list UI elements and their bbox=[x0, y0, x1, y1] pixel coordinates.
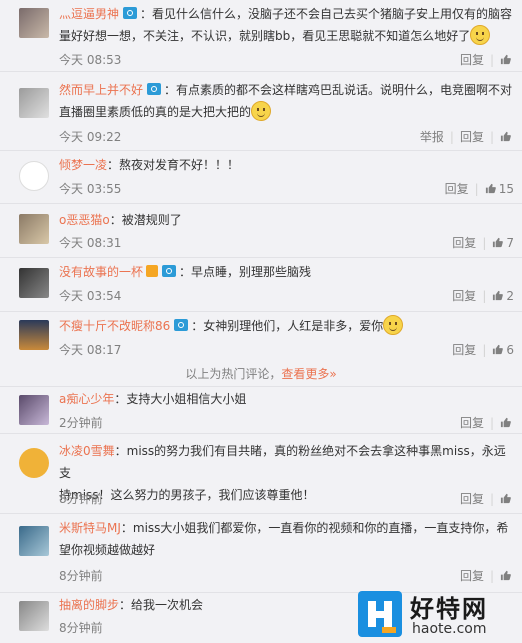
username-link[interactable]: 然而早上并不好 bbox=[59, 83, 143, 97]
username-link[interactable]: 倾梦一凌 bbox=[59, 158, 107, 172]
username-link[interactable]: 灬逗逼男神 bbox=[59, 7, 119, 21]
thumb-up-icon bbox=[493, 237, 504, 248]
reply-button[interactable]: 回复 bbox=[452, 341, 476, 358]
kiss-emoji-icon bbox=[383, 315, 404, 335]
thumb-up-icon bbox=[500, 54, 511, 65]
smile-emoji-icon bbox=[251, 101, 272, 121]
like-button[interactable] bbox=[500, 569, 514, 583]
thumb-up-icon bbox=[493, 344, 504, 355]
comment-text: ：看见什么信什么，没脑子还不会自己去买个猪脑子安上用仅有的脑容 bbox=[140, 7, 513, 21]
vip-icon bbox=[146, 265, 159, 277]
comment-text-cont: 望你视频越做越好 bbox=[59, 543, 156, 557]
reply-button[interactable]: 回复 bbox=[460, 490, 484, 507]
comment-time: 今天 08:31 bbox=[59, 236, 122, 250]
comment-time: 8分钟前 bbox=[59, 569, 103, 583]
comment-item: o恶恶猫o：被潜规则了 今天 08:31 回复 | 7 bbox=[0, 204, 522, 258]
like-button[interactable]: 15 bbox=[485, 182, 514, 196]
username-link[interactable]: a痴心少年 bbox=[59, 392, 114, 406]
avatar[interactable] bbox=[19, 214, 49, 244]
reply-button[interactable]: 回复 bbox=[445, 180, 469, 197]
verified-icon bbox=[174, 319, 189, 331]
comment-text: ：早点睡，别理那些脑残 bbox=[179, 265, 312, 279]
thumb-up-icon bbox=[500, 570, 511, 581]
thumb-up-icon bbox=[500, 131, 511, 142]
comment-item: 倾梦一凌：熬夜对发育不好！！！ 今天 03:55 回复 | 15 bbox=[0, 151, 522, 204]
avatar[interactable] bbox=[19, 88, 49, 118]
hot-comments-note: 以上为热门评论， bbox=[185, 367, 282, 381]
avatar[interactable] bbox=[19, 395, 49, 425]
comment-text-cont: 直播圈里素质低的真的是大把大把的 bbox=[59, 105, 252, 119]
comment-text: ：miss的努力我们有目共睹，真的粉丝绝对不会去拿这种事黑miss，永远支 bbox=[59, 444, 506, 480]
comment-time: 今天 08:17 bbox=[59, 343, 122, 357]
hot-comments-footer: 以上为热门评论，查看更多» bbox=[0, 361, 522, 387]
thumb-up-icon bbox=[500, 417, 511, 428]
reply-button[interactable]: 回复 bbox=[460, 414, 484, 431]
username-link[interactable]: 抽离的脚步 bbox=[59, 598, 119, 612]
like-count: 7 bbox=[506, 236, 514, 250]
report-button[interactable]: 举报 bbox=[420, 128, 444, 145]
comment-time: 8分钟前 bbox=[59, 492, 103, 506]
username-link[interactable]: 米斯特马MJ bbox=[59, 521, 121, 535]
comment-item: 米斯特马MJ：miss大小姐我们都爱你，一直看你的视频和你的直播，一直支持你，希… bbox=[0, 514, 522, 593]
avatar[interactable] bbox=[19, 8, 49, 38]
verified-icon bbox=[123, 7, 138, 19]
site-watermark: 好特网 haote.com bbox=[356, 587, 516, 641]
thumb-up-icon bbox=[485, 183, 496, 194]
comment-text-cont: 量好好想一想，不关注，不认识，就别瞎bb，看见王思聪就不知道怎么地好了 bbox=[59, 29, 471, 43]
like-button[interactable] bbox=[500, 416, 514, 430]
avatar[interactable] bbox=[19, 268, 49, 298]
comment-item: 不瘦十斤不改昵称86 ：女神别理他们，人红是非多，爱你 今天 08:17 回复 | 6 bbox=[0, 312, 522, 366]
like-count: 2 bbox=[506, 289, 514, 303]
reply-button[interactable]: 回复 bbox=[452, 287, 476, 304]
comment-text: ：女神别理他们，人红是非多，爱你 bbox=[191, 319, 384, 333]
verified-icon bbox=[162, 265, 177, 277]
reply-button[interactable]: 回复 bbox=[452, 234, 476, 251]
reply-button[interactable]: 回复 bbox=[460, 128, 484, 145]
comment-text: ：给我一次机会 bbox=[119, 598, 204, 612]
watermark-domain: haote.com bbox=[412, 621, 487, 637]
view-more-link[interactable]: 查看更多» bbox=[281, 367, 336, 381]
avatar[interactable] bbox=[19, 601, 49, 631]
username-link[interactable]: 没有故事的一杯 bbox=[59, 265, 143, 279]
comment-item: 然而早上并不好 ：有点素质的都不会这样瞎鸡巴乱说话。说明什么，电竞圈啊不对 直播圈… bbox=[0, 72, 522, 151]
avatar[interactable] bbox=[19, 448, 49, 478]
comment-item: 冰凌0雪舞：miss的努力我们有目共睹，真的粉丝绝对不会去拿这种事黑miss，永… bbox=[0, 434, 522, 514]
username-link[interactable]: 冰凌0雪舞 bbox=[59, 444, 115, 458]
verified-icon bbox=[147, 83, 162, 95]
comment-text: ：miss大小姐我们都爱你，一直看你的视频和你的直播，一直支持你，希 bbox=[120, 521, 509, 535]
username-link[interactable]: 不瘦十斤不改昵称86 bbox=[59, 319, 170, 333]
like-button[interactable]: 7 bbox=[492, 236, 514, 250]
reply-button[interactable]: 回复 bbox=[460, 51, 484, 68]
comment-text: ：支持大小姐相信大小姐 bbox=[114, 392, 247, 406]
comment-item: a痴心少年：支持大小姐相信大小姐 2分钟前 回复 | bbox=[0, 388, 522, 434]
like-count: 6 bbox=[506, 343, 514, 357]
comment-item: 没有故事的一杯 ：早点睡，别理那些脑残 今天 03:54 回复 | 2 bbox=[0, 258, 522, 312]
comment-time: 今天 09:22 bbox=[59, 130, 122, 144]
thumb-up-icon bbox=[500, 493, 511, 504]
like-button[interactable]: 2 bbox=[492, 289, 514, 303]
smile-emoji-icon bbox=[470, 25, 491, 45]
comment-text: ：熬夜对发育不好！！！ bbox=[107, 158, 240, 172]
comment-text: ：有点素质的都不会这样瞎鸡巴乱说话。说明什么，电竞圈啊不对 bbox=[164, 83, 513, 97]
comment-time: 今天 03:54 bbox=[59, 289, 122, 303]
like-button[interactable] bbox=[500, 492, 514, 506]
watermark-title: 好特网 bbox=[410, 595, 488, 623]
comment-text: ：被潜规则了 bbox=[109, 213, 182, 227]
avatar[interactable] bbox=[19, 320, 49, 350]
comment-time: 今天 08:53 bbox=[59, 53, 122, 67]
comment-time: 8分钟前 bbox=[59, 621, 103, 635]
comment-time: 今天 03:55 bbox=[59, 182, 122, 196]
like-button[interactable] bbox=[500, 130, 514, 144]
avatar[interactable] bbox=[19, 526, 49, 556]
comment-item: 灬逗逼男神 ：看见什么信什么，没脑子还不会自己去买个猪脑子安上用仅有的脑容 量好好… bbox=[0, 0, 522, 72]
like-button[interactable] bbox=[500, 53, 514, 67]
comment-time: 2分钟前 bbox=[59, 416, 103, 430]
username-link[interactable]: o恶恶猫o bbox=[59, 213, 110, 227]
reply-button[interactable]: 回复 bbox=[460, 567, 484, 584]
avatar[interactable] bbox=[19, 161, 49, 191]
like-button[interactable]: 6 bbox=[492, 343, 514, 357]
thumb-up-icon bbox=[493, 290, 504, 301]
like-count: 15 bbox=[498, 182, 514, 196]
